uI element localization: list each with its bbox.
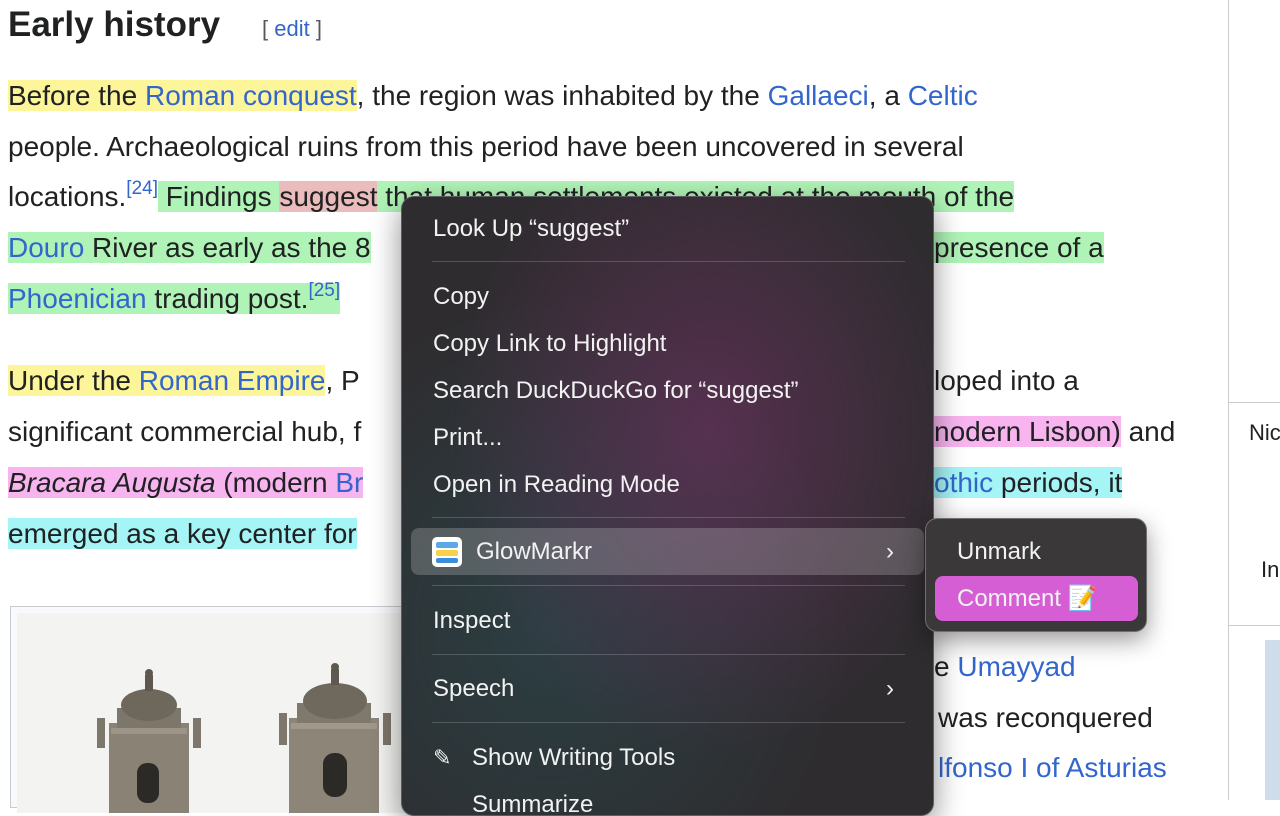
menu-item-copy[interactable]: Copy [433,277,489,317]
paragraph-line: Under the Roman Empire, P [8,365,360,396]
chevron-right-icon: › [886,538,894,565]
context-menu: Look Up “suggest” Copy Copy Link to High… [401,196,934,816]
link-celtic[interactable]: Celtic [908,80,978,111]
paragraph-line-right: presence of a [934,232,1104,263]
infobox-text: In [1261,557,1280,582]
submenu-item-comment-label: Comment 📝 [957,585,1098,612]
menu-item-copy-link[interactable]: Copy Link to Highlight [433,324,666,364]
infobox-divider [1229,625,1280,626]
menu-separator [432,261,905,262]
paragraph-line-right: loped into a [934,365,1079,396]
menu-separator [432,517,905,518]
glowmarkr-icon [432,537,462,567]
paragraph-line-right: e Umayyad [934,651,1076,682]
edit-section: [ edit ] [262,16,322,41]
menu-item-summarize[interactable]: Summarize [472,785,593,815]
submenu-item-unmark[interactable]: Unmark [957,532,1041,572]
menu-item-inspect[interactable]: Inspect [433,601,510,641]
menu-item-glowmarkr-label: GlowMarkr [476,538,593,565]
paragraph-line: Phoenician trading post.[25] [8,279,341,314]
menu-item-speech[interactable]: Speech [433,669,514,709]
infobox-panel: Nic In [1228,0,1280,800]
cathedral-image[interactable] [17,613,417,813]
menu-separator [432,654,905,655]
citation-25[interactable]: [25] [308,280,340,301]
paragraph-line: Before the Roman conquest, the region wa… [8,80,978,111]
infobox-image[interactable] [1265,640,1280,800]
link-roman-empire[interactable]: Roman Empire [139,365,326,396]
paragraph-line: Bracara Augusta (modern Br [8,467,364,498]
memo-icon: 📝 [1067,585,1098,612]
writing-tools-icon: ✎ [433,745,452,770]
menu-item-print[interactable]: Print... [433,418,502,458]
link-douro[interactable]: Douro [8,232,84,263]
menu-item-look-up[interactable]: Look Up “suggest” [433,209,629,249]
infobox-divider [1229,402,1280,403]
link-braga[interactable]: Br [335,467,363,498]
section-heading: Early history [8,5,221,44]
paragraph-line-right: nodern Lisbon) and [934,416,1176,447]
paragraph-line-right: was reconquered [938,702,1153,733]
paragraph-line: emerged as a key center for [8,518,357,549]
cathedral-figure [10,606,422,813]
menu-item-search[interactable]: Search DuckDuckGo for “suggest” [433,371,798,411]
menu-separator [432,585,905,586]
link-alfonso[interactable]: lfonso I of Asturias [938,752,1167,783]
paragraph-line: significant commercial hub, f [8,416,362,447]
paragraph-line-right: othic periods, it [934,467,1123,498]
link-phoenician[interactable]: Phoenician [8,283,147,314]
edit-link[interactable]: edit [274,16,309,41]
menu-item-writing-tools[interactable]: Show Writing Tools [472,738,675,778]
link-gothic[interactable]: othic [934,467,993,498]
chevron-right-icon: › [886,675,894,702]
paragraph-line: Douro River as early as the 8 [8,232,371,263]
link-roman-conquest[interactable]: Roman conquest [145,80,357,111]
selected-word[interactable]: suggest [279,181,378,212]
glowmarkr-submenu: Unmark Comment 📝 [925,518,1147,632]
citation-24[interactable]: [24] [126,178,158,199]
menu-item-reading-mode[interactable]: Open in Reading Mode [433,465,680,505]
link-gallaeci[interactable]: Gallaeci [768,80,869,111]
infobox-text: Nic [1249,420,1280,445]
paragraph-line-right: lfonso I of Asturias [938,749,1167,787]
menu-separator [432,722,905,723]
paragraph-line: people. Archaeological ruins from this p… [8,131,964,162]
link-umayyad[interactable]: Umayyad [957,651,1075,682]
